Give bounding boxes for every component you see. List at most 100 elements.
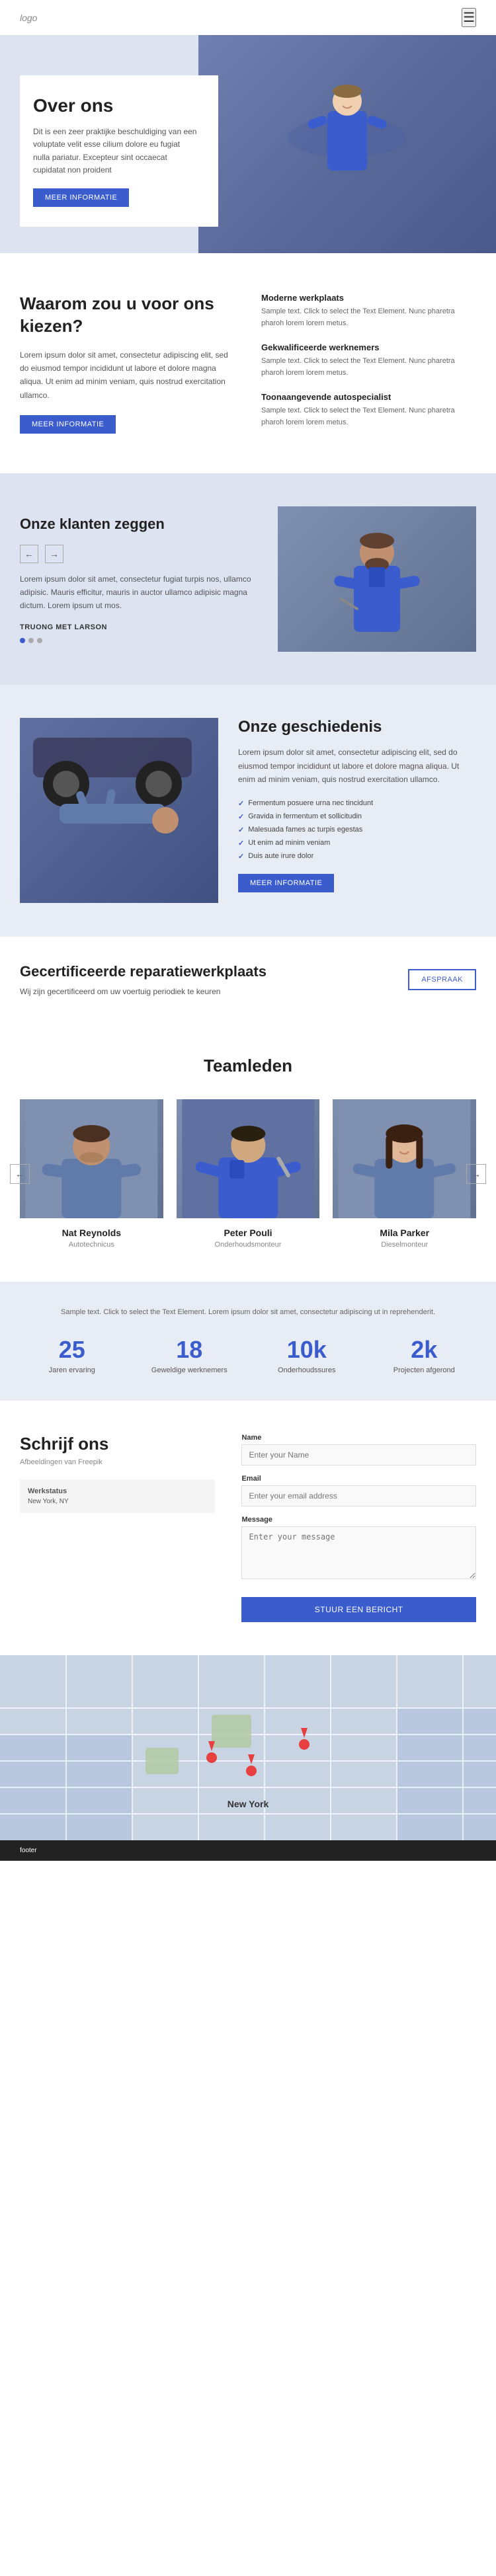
contact-info-address: New York, NY: [28, 1498, 207, 1505]
email-label: Email: [241, 1475, 476, 1483]
team-member-1-photo: [20, 1099, 163, 1218]
stat-item-4: 2k Projecten afgerond: [372, 1336, 477, 1374]
team-member-1-name: Nat Reynolds: [20, 1228, 163, 1238]
history-image-inner: [20, 718, 218, 903]
email-form-group: Email: [241, 1475, 476, 1506]
contact-info-card: Werkstatus New York, NY: [20, 1479, 215, 1513]
submit-button[interactable]: STUUR EEN BERICHT: [241, 1597, 476, 1622]
testimonials-section: Onze klanten zeggen ← → Lorem ipsum dolo…: [0, 473, 496, 685]
contact-right: Name Email Message STUUR EEN BERICHT: [241, 1434, 476, 1622]
mechanic-history-illustration: [20, 718, 205, 903]
history-cta-button[interactable]: MEER INFORMATIE: [238, 874, 334, 892]
testimonials-quote: Lorem ipsum dolor sit amet, consectetur …: [20, 572, 258, 613]
testimonials-image: [278, 506, 476, 652]
name-input[interactable]: [241, 1444, 476, 1465]
certification-left: Gecertificeerde reparatiewerkplaats Wij …: [20, 963, 267, 996]
why-feature-3-desc: Sample text. Click to select the Text El…: [261, 405, 476, 428]
stats-grid: 25 Jaren ervaring 18 Geweldige werknemer…: [20, 1336, 476, 1374]
certification-description: Wij zijn gecertificeerd om uw voertuig p…: [20, 987, 267, 996]
stat-label-1: Jaren ervaring: [20, 1366, 124, 1374]
footer-left: footer: [20, 1847, 37, 1854]
map-section: New York: [0, 1655, 496, 1840]
why-cta-button[interactable]: MEER INFORMATIE: [20, 415, 116, 434]
history-check-3: ✓Malesuada fames ac turpis egestas: [238, 826, 476, 834]
team-member-3-photo: [333, 1099, 476, 1218]
mila-parker-photo: [333, 1099, 476, 1218]
dot-3[interactable]: [37, 638, 42, 643]
testimonials-dots: [20, 638, 258, 643]
stat-number-4: 2k: [372, 1336, 477, 1364]
team-next-button[interactable]: →: [466, 1164, 486, 1184]
name-form-group: Name: [241, 1434, 476, 1465]
hamburger-menu-button[interactable]: ☰: [462, 8, 476, 27]
why-description: Lorem ipsum dolor sit amet, consectetur …: [20, 348, 235, 403]
stat-label-3: Onderhoudssures: [255, 1366, 359, 1374]
why-feature-3-title: Toonaangevende autospecialist: [261, 392, 476, 402]
testimonials-author: TRUONG MET LARSON: [20, 623, 258, 631]
history-title: Onze geschiedenis: [238, 718, 476, 736]
stat-label-4: Projecten afgerond: [372, 1366, 477, 1374]
stat-item-1: 25 Jaren ervaring: [20, 1336, 124, 1374]
testimonials-content: Onze klanten zeggen ← → Lorem ipsum dolo…: [20, 516, 258, 643]
hero-image-inner: [198, 35, 496, 253]
testimonials-prev-button[interactable]: ←: [20, 545, 38, 563]
stat-item-3: 10k Onderhoudssures: [255, 1336, 359, 1374]
check-icon-2: ✓: [238, 812, 244, 821]
why-section: Waarom zou u voor ons kiezen? Lorem ipsu…: [0, 253, 496, 473]
stats-description: Sample text. Click to select the Text El…: [20, 1308, 476, 1316]
certification-title: Gecertificeerde reparatiewerkplaats: [20, 963, 267, 980]
dot-2[interactable]: [28, 638, 34, 643]
stat-label-2: Geweldige werknemers: [138, 1366, 242, 1374]
hero-title: Over ons: [33, 95, 198, 116]
team-member-2-name: Peter Pouli: [177, 1228, 320, 1238]
hero-section: Over ons Dit is een zeer praktijke besch…: [0, 35, 496, 253]
mechanic-hero-illustration: [281, 52, 413, 237]
why-feature-3: Toonaangevende autospecialist Sample tex…: [261, 392, 476, 428]
contact-info-title: Werkstatus: [28, 1487, 207, 1495]
why-feature-1-title: Moderne werkplaats: [261, 293, 476, 303]
hero-content-box: Over ons Dit is een zeer praktijke besch…: [20, 75, 218, 227]
history-checklist: ✓Fermentum posuere urna nec tincidunt ✓G…: [238, 799, 476, 861]
history-check-2: ✓Gravida in fermentum et sollicitudin: [238, 812, 476, 821]
team-member-2-photo: [177, 1099, 320, 1218]
team-member-1: Nat Reynolds Autotechnicus: [20, 1099, 163, 1249]
history-image: [20, 718, 218, 903]
email-input[interactable]: [241, 1485, 476, 1506]
contact-left: Schrijf ons Afbeeldingen van Freepik Wer…: [20, 1434, 215, 1622]
team-member-3-name: Mila Parker: [333, 1228, 476, 1238]
history-check-1: ✓Fermentum posuere urna nec tincidunt: [238, 799, 476, 808]
testimonials-navigation: ← →: [20, 545, 258, 563]
contact-section: Schrijf ons Afbeeldingen van Freepik Wer…: [0, 1401, 496, 1655]
peter-pouli-photo: [177, 1099, 320, 1218]
team-member-2: Peter Pouli Onderhoudsmonteur: [177, 1099, 320, 1249]
mechanic-testimonial-illustration: [324, 506, 430, 652]
message-input[interactable]: [241, 1526, 476, 1579]
team-prev-button[interactable]: ←: [10, 1164, 30, 1184]
stat-number-1: 25: [20, 1336, 124, 1364]
history-check-5: ✓Duis aute irure dolor: [238, 852, 476, 861]
team-member-1-role: Autotechnicus: [20, 1241, 163, 1249]
svg-text:New York: New York: [227, 1799, 269, 1809]
hero-description: Dit is een zeer praktijke beschuldiging …: [33, 126, 198, 176]
testimonials-image-inner: [278, 506, 476, 652]
why-feature-2-desc: Sample text. Click to select the Text El…: [261, 356, 476, 379]
why-feature-2: Gekwalificeerde werknemers Sample text. …: [261, 342, 476, 379]
logo: logo: [20, 13, 37, 23]
footer: footer: [0, 1840, 496, 1861]
team-member-3-role: Dieselmonteur: [333, 1241, 476, 1249]
contact-title: Schrijf ons: [20, 1434, 215, 1454]
stat-item-2: 18 Geweldige werknemers: [138, 1336, 242, 1374]
why-title: Waarom zou u voor ons kiezen?: [20, 293, 235, 338]
certification-btn[interactable]: AFSPRAAK: [408, 969, 476, 990]
certification-section: Gecertificeerde reparatiewerkplaats Wij …: [0, 936, 496, 1023]
hero-cta-button[interactable]: MEER INFORMATIE: [33, 188, 129, 207]
testimonials-next-button[interactable]: →: [45, 545, 63, 563]
dot-1[interactable]: [20, 638, 25, 643]
message-form-group: Message: [241, 1516, 476, 1582]
map-background: New York: [0, 1655, 496, 1840]
history-section: Onze geschiedenis Lorem ipsum dolor sit …: [0, 685, 496, 936]
check-icon-3: ✓: [238, 826, 244, 834]
why-feature-2-title: Gekwalificeerde werknemers: [261, 342, 476, 352]
team-title: Teamleden: [20, 1056, 476, 1076]
check-icon-1: ✓: [238, 799, 244, 808]
